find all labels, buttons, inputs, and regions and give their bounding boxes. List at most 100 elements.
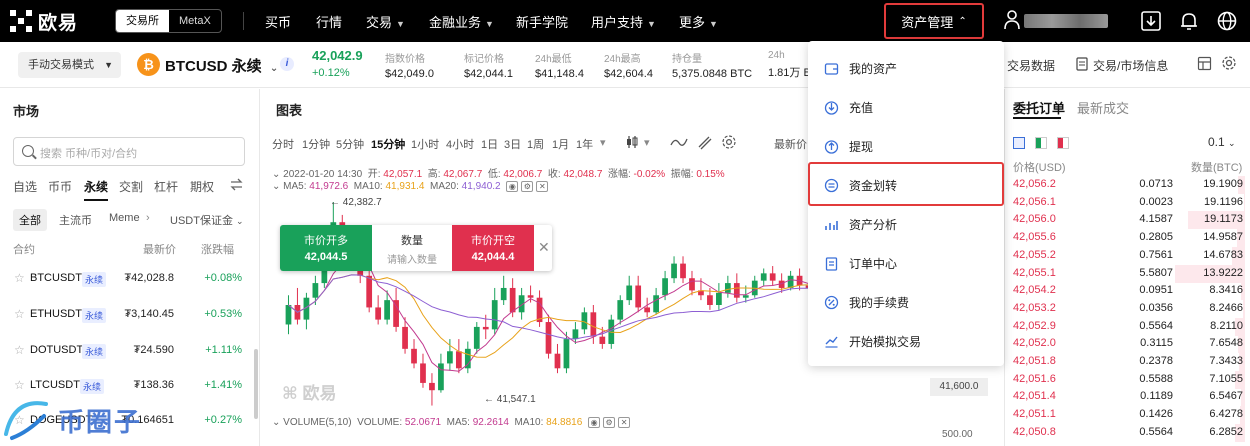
orderbook-row[interactable]: 42,056.0 4.1587 19.1173 bbox=[1013, 211, 1245, 230]
tab-options[interactable]: 期权 bbox=[190, 178, 214, 195]
quantity-input[interactable]: 数量 请输入数量 bbox=[372, 225, 452, 271]
view-both-icon[interactable] bbox=[1013, 137, 1025, 149]
view-asks-icon[interactable] bbox=[1057, 137, 1069, 149]
nav-support[interactable]: 用户支持 ▼ bbox=[591, 12, 656, 31]
orderbook-row[interactable]: 42,055.6 0.2805 14.9587 bbox=[1013, 229, 1245, 248]
tab-latest-trades[interactable]: 最新成交 bbox=[1077, 98, 1129, 117]
tf-time[interactable]: 分时 bbox=[272, 136, 294, 152]
tf-1d[interactable]: 1日 bbox=[481, 136, 498, 152]
precision-select[interactable]: 0.1 ⌄ bbox=[1208, 135, 1236, 149]
tf-1h[interactable]: 1小时 bbox=[411, 136, 439, 152]
orderbook-row[interactable]: 42,053.2 0.0356 8.2466 bbox=[1013, 299, 1245, 318]
market-scrollbar[interactable] bbox=[254, 349, 258, 419]
star-icon[interactable]: ☆ bbox=[14, 343, 25, 357]
indicator-icon[interactable] bbox=[670, 135, 688, 149]
tab-margin[interactable]: 杠杆 bbox=[154, 178, 178, 195]
tf-1mo[interactable]: 1月 bbox=[552, 136, 569, 152]
menu-asset-analysis[interactable]: 资产分析 bbox=[808, 205, 1004, 244]
tf-1m[interactable]: 1分钟 bbox=[302, 136, 330, 152]
okx-logo[interactable]: 欧易 bbox=[10, 8, 78, 34]
close-icon[interactable]: ✕ bbox=[536, 181, 549, 192]
orderbook-row[interactable]: 42,056.2 0.0713 19.1909 bbox=[1013, 176, 1245, 194]
close-icon[interactable]: ✕ bbox=[538, 239, 550, 256]
exchange-mode-button[interactable]: 交易所 bbox=[116, 10, 169, 32]
globe-icon[interactable] bbox=[1216, 10, 1238, 32]
col-change[interactable]: 涨跌幅 bbox=[201, 241, 234, 257]
trading-data-link[interactable]: 交易数据 bbox=[1007, 57, 1055, 74]
swap-icon[interactable] bbox=[229, 177, 244, 192]
candlestick-type-icon[interactable] bbox=[624, 134, 640, 150]
trade-market-info-link[interactable]: 交易/市场信息 bbox=[1093, 57, 1168, 74]
layout-icon[interactable] bbox=[1197, 56, 1212, 71]
trade-mode-select[interactable]: 手动交易模式 ▼ bbox=[18, 52, 121, 78]
metax-mode-button[interactable]: MetaX bbox=[169, 10, 221, 32]
orderbook-row[interactable]: 42,052.9 0.5564 8.2110 bbox=[1013, 317, 1245, 336]
tab-order-book[interactable]: 委托订单 bbox=[1013, 98, 1065, 117]
market-row[interactable]: ☆ BTCUSDT 永续 ₮42,028.8 +0.08% bbox=[0, 271, 250, 291]
pair-selector[interactable]: BTCUSD 永续 ⌄ bbox=[165, 55, 278, 76]
margin-filter-select[interactable]: USDT保证金 ⌄ bbox=[170, 212, 244, 228]
info-icon[interactable]: i bbox=[280, 57, 294, 71]
orderbook-row[interactable]: 42,055.2 0.7561 14.6783 bbox=[1013, 246, 1245, 265]
eye-icon[interactable]: ◉ bbox=[588, 417, 601, 428]
nav-academy[interactable]: 新手学院 bbox=[516, 12, 568, 31]
draw-tool-icon[interactable] bbox=[696, 134, 712, 150]
nav-more[interactable]: 更多 ▼ bbox=[679, 12, 718, 31]
menu-my-assets[interactable]: 我的资产 bbox=[808, 49, 1004, 88]
orderbook-row[interactable]: 42,054.2 0.0951 8.3416 bbox=[1013, 282, 1245, 301]
chart-settings-gear-icon[interactable] bbox=[721, 134, 737, 150]
market-search-input[interactable]: 搜索 币种/币对/合约 bbox=[13, 137, 245, 166]
tf-1y[interactable]: 1年 bbox=[576, 136, 593, 152]
market-short-button[interactable]: 市价开空 42,044.4 bbox=[452, 225, 534, 271]
star-icon[interactable]: ☆ bbox=[14, 307, 25, 321]
tf-1w[interactable]: 1周 bbox=[527, 136, 544, 152]
close-icon[interactable]: ✕ bbox=[618, 417, 631, 428]
menu-deposit[interactable]: 充值 bbox=[808, 88, 1004, 127]
platform-switch[interactable]: 交易所 MetaX bbox=[115, 9, 222, 33]
menu-demo-trading[interactable]: 开始模拟交易 bbox=[808, 322, 1004, 361]
orderbook-row[interactable]: 42,055.1 5.5807 13.9222 bbox=[1013, 264, 1245, 283]
subtab-all[interactable]: 全部 bbox=[13, 209, 47, 231]
user-icon[interactable] bbox=[1004, 10, 1020, 30]
latest-price-toggle[interactable]: 最新价 bbox=[774, 136, 807, 152]
tf-5m[interactable]: 5分钟 bbox=[336, 136, 364, 152]
orderbook-row[interactable]: 42,051.1 0.1426 6.4278 bbox=[1013, 406, 1245, 425]
menu-fund-transfer[interactable]: 资金划转 bbox=[808, 166, 1004, 205]
chevron-down-icon[interactable]: ▾ bbox=[600, 136, 606, 149]
eye-icon[interactable]: ◉ bbox=[506, 181, 519, 192]
tab-perpetual[interactable]: 永续 bbox=[84, 178, 109, 201]
orderbook-row[interactable]: 42,051.4 0.1189 6.5467 bbox=[1013, 388, 1245, 407]
chevron-down-icon[interactable]: ▾ bbox=[644, 136, 650, 149]
nav-markets[interactable]: 行情 bbox=[316, 12, 342, 31]
settings-icon[interactable]: ⚙ bbox=[603, 417, 616, 428]
settings-icon[interactable]: ⚙ bbox=[521, 181, 534, 192]
menu-withdraw[interactable]: 提现 bbox=[808, 127, 1004, 166]
view-bids-icon[interactable] bbox=[1035, 137, 1047, 149]
market-row[interactable]: ☆ DOTUSDT 永续 ₮24.590 +1.11% bbox=[0, 343, 250, 363]
orderbook-row[interactable]: 42,050.8 0.5564 6.2852 bbox=[1013, 423, 1245, 442]
chevron-right-icon[interactable]: › bbox=[146, 212, 150, 224]
market-long-button[interactable]: 市价开多 42,044.5 bbox=[280, 225, 372, 271]
asset-management-menu[interactable]: 资产管理 ⌃ bbox=[884, 3, 984, 39]
tab-futures[interactable]: 交割 bbox=[119, 178, 143, 195]
download-icon[interactable] bbox=[1140, 10, 1162, 32]
subtab-mainstream[interactable]: 主流币 bbox=[59, 212, 92, 228]
col-last-price[interactable]: 最新价 bbox=[143, 241, 176, 257]
gear-icon[interactable] bbox=[1221, 55, 1237, 71]
nav-finance[interactable]: 金融业务 ▼ bbox=[429, 12, 494, 31]
tf-15m[interactable]: 15分钟 bbox=[371, 136, 405, 152]
orderbook-row[interactable]: 42,052.0 0.3115 7.6548 bbox=[1013, 335, 1245, 354]
orderbook-row[interactable]: 42,051.6 0.5588 7.1055 bbox=[1013, 370, 1245, 389]
menu-my-fees[interactable]: 我的手续费 bbox=[808, 283, 1004, 322]
subtab-meme[interactable]: Meme bbox=[109, 212, 140, 224]
nav-buy-crypto[interactable]: 买币 bbox=[265, 12, 291, 31]
market-row[interactable]: ☆ ETHUSDT 永续 ₮3,140.45 +0.53% bbox=[0, 307, 250, 327]
tab-spot[interactable]: 币币 bbox=[48, 178, 72, 195]
tab-favorites[interactable]: 自选 bbox=[13, 178, 37, 195]
menu-order-center[interactable]: 订单中心 bbox=[808, 244, 1004, 283]
bell-icon[interactable] bbox=[1178, 10, 1200, 32]
tf-4h[interactable]: 4小时 bbox=[446, 136, 474, 152]
orderbook-row[interactable]: 42,051.8 0.2378 7.3433 bbox=[1013, 353, 1245, 371]
nav-trade[interactable]: 交易 ▼ bbox=[366, 12, 405, 31]
star-icon[interactable]: ☆ bbox=[14, 271, 25, 285]
